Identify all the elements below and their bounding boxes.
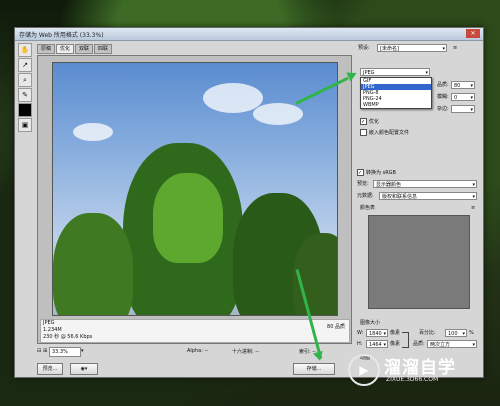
watermark-subtitle: ZIXUE.3D66.COM [386, 376, 439, 383]
matte-label: 杂边: [437, 106, 449, 112]
format-option-wbmp[interactable]: WBMP [361, 102, 431, 108]
eyedropper-icon[interactable]: ✎ [18, 88, 32, 102]
embed-profile-label: 嵌入颜色配置文件 [369, 130, 410, 136]
quality-label: 品质: [437, 82, 449, 88]
percent-input[interactable]: 100 [445, 329, 467, 338]
progressive-checkbox[interactable] [360, 117, 367, 127]
slice-select-icon[interactable]: ↗ [18, 58, 32, 72]
aspect-lock-icon[interactable] [402, 332, 409, 348]
window-title: 存储为 Web 所用格式 (33.3%) [19, 32, 104, 39]
zoom-out-icon[interactable]: ⊟ [37, 348, 41, 354]
format-dropdown: GIF JPEG PNG-8 PNG-24 WBMP [360, 77, 432, 109]
toggle-slices-icon[interactable]: ▣ [18, 118, 32, 132]
hex-readout: 十六进制: -- [232, 349, 259, 355]
preset-menu-icon[interactable]: ≡ [453, 43, 457, 53]
preview-mode-label: 预览: [357, 181, 369, 187]
convert-srgb-checkbox[interactable] [357, 168, 364, 178]
color-table-menu-icon[interactable]: ≡ [471, 203, 475, 213]
preview-mode-select[interactable]: 显示器颜色 [373, 180, 477, 189]
info-format: JPEG [43, 320, 55, 326]
zoom-dropdown-icon[interactable]: ▾ [81, 348, 84, 354]
image-size-label: 图像大小 [360, 320, 381, 326]
hand-tool-icon[interactable]: ✋ [18, 43, 32, 57]
format-select[interactable]: JPEG [360, 68, 430, 77]
progressive-row[interactable]: 优化 [360, 117, 379, 127]
watermark-title: 溜溜自学 [384, 358, 456, 378]
embed-profile-checkbox[interactable] [360, 129, 367, 136]
embed-profile-row[interactable]: 嵌入颜色配置文件 [360, 128, 409, 138]
alpha-readout: Alpha: -- [187, 348, 209, 354]
metadata-label: 元数据: [357, 193, 374, 199]
tab-optimized[interactable]: 优化 [56, 44, 75, 54]
matte-select[interactable] [451, 105, 475, 114]
zoom-level[interactable]: 33.3% [49, 347, 81, 357]
preview-image [52, 62, 338, 316]
height-unit: 像素 [390, 341, 401, 347]
resample-select[interactable]: 两次立方 [427, 340, 477, 349]
preview-info: JPEG 1.234M 230 秒 @ 56.6 Kbps 80 品质 [40, 319, 350, 343]
watermark: ▶ 溜溜自学 ZIXUE.3D66.COM [346, 350, 472, 390]
height-input[interactable]: 1464 [366, 340, 388, 349]
width-input[interactable]: 1840 [366, 329, 388, 338]
blur-label: 模糊: [437, 94, 449, 100]
watermark-logo-icon: ▶ [348, 354, 380, 386]
preset-label: 预设: [358, 45, 370, 51]
info-size: 1.234M [43, 327, 62, 333]
zoom-tool-icon[interactable]: ⌕ [18, 73, 32, 87]
toolbox: ✋ ↗ ⌕ ✎ ▣ [17, 42, 32, 133]
settings-panel: 预设: [未命名] ≡ JPEG GIF JPEG PNG-8 PNG-24 W… [355, 42, 481, 372]
convert-srgb-row[interactable]: 转换为 sRGB [357, 168, 396, 178]
view-tabs: 原稿 优化 双联 四联 [37, 44, 113, 54]
width-unit: 像素 [390, 330, 401, 336]
metadata-select[interactable]: 版权和联系信息 [379, 192, 477, 201]
close-icon[interactable]: ✕ [466, 29, 480, 38]
percent-label: 百分比: [419, 330, 436, 336]
preview-button[interactable]: 预览... [37, 363, 63, 375]
color-table [368, 215, 470, 309]
tab-2up[interactable]: 双联 [75, 44, 94, 54]
save-for-web-dialog: 存储为 Web 所用格式 (33.3%) ✕ ✋ ↗ ⌕ ✎ ▣ 原稿 优化 双联四… [14, 27, 484, 378]
tab-original[interactable]: 原稿 [37, 44, 56, 54]
progressive-label: 优化 [369, 119, 380, 125]
browser-preview-icon[interactable]: ◉▾ [70, 363, 98, 375]
save-button[interactable]: 存储... [293, 363, 335, 375]
color-table-label: 颜色表 [360, 205, 376, 211]
resample-label: 品质: [413, 341, 425, 347]
zoom-in-icon[interactable]: ⊞ [43, 348, 47, 354]
status-bar: ⊟ ⊞ 33.3% ▾ Alpha: -- 十六进制: -- 索引: -- [37, 347, 350, 357]
info-quality: 80 品质 [327, 324, 345, 330]
info-download-time: 230 秒 @ 56.6 Kbps [43, 334, 93, 340]
eyedropper-color-swatch[interactable] [18, 103, 32, 117]
quality-input[interactable]: 80 [451, 81, 475, 90]
height-label: H: [357, 341, 363, 347]
title-bar: 存储为 Web 所用格式 (33.3%) ✕ [15, 28, 483, 41]
blur-input[interactable]: 0 [451, 93, 475, 102]
tab-4up[interactable]: 四联 [94, 44, 113, 54]
percent-unit: % [469, 330, 474, 336]
preset-select[interactable]: [未命名] [377, 44, 447, 53]
convert-srgb-label: 转换为 sRGB [366, 170, 396, 176]
width-label: W: [357, 330, 364, 336]
